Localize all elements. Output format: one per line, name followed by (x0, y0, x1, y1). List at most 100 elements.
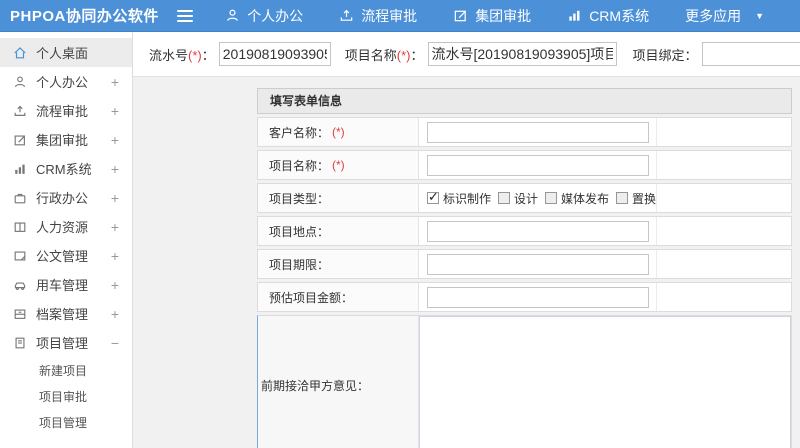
project-name-label: 项目名称(*)： (344, 47, 424, 63)
project-bind-input[interactable] (701, 42, 800, 66)
nav-more-apps[interactable]: 更多应用 (685, 6, 741, 26)
serial-input[interactable] (218, 42, 331, 66)
sidebar-item-label: CRM系统 (36, 162, 92, 177)
sidebar-item-documents[interactable]: 公文管理 + (0, 241, 132, 270)
form-row-project-duration: 项目期限： (257, 249, 792, 279)
form-row-project-type: 项目类型： 标识制作 设计 媒体发布 (257, 183, 792, 213)
briefcase-icon (13, 191, 27, 205)
checkbox[interactable] (498, 192, 511, 204)
checkbox-option-sign-making[interactable]: 标识制作 (427, 189, 491, 207)
upload-icon (339, 8, 354, 23)
checkbox-option-exchange[interactable]: 置换 (616, 190, 656, 207)
empty-cell (657, 217, 791, 245)
nav-personal-office[interactable]: 个人办公 (225, 6, 303, 26)
field-label: 项目类型： (258, 184, 419, 212)
upload-icon (13, 104, 27, 118)
sidebar-item-label: 人力资源 (36, 220, 89, 235)
checkbox[interactable] (427, 189, 439, 205)
serial-label: 流水号(*)： (149, 47, 215, 63)
form-row-pre-contact-opinion: 前期接洽甲方意见： (257, 315, 792, 448)
sidebar-item-label: 公文管理 (36, 249, 89, 264)
project-duration-input[interactable] (427, 253, 649, 275)
document-icon (13, 249, 27, 263)
sidebar-item-personal-office[interactable]: 个人办公 + (0, 67, 132, 96)
file-icon (13, 336, 27, 350)
sidebar-item-admin-office[interactable]: 行政办公 + (0, 183, 132, 212)
expand-indicator: + (110, 160, 119, 177)
nav-crm-system[interactable]: CRM系统 (567, 6, 649, 26)
expand-indicator: + (110, 218, 119, 235)
nav-label: 集团审批 (475, 7, 532, 24)
collapse-indicator: − (110, 334, 119, 351)
estimated-amount-input[interactable] (427, 286, 649, 308)
sidebar-item-label: 用车管理 (36, 278, 89, 293)
app-logo: PHPOA协同办公软件 (10, 8, 159, 25)
empty-cell (657, 283, 791, 311)
sidebar-subitem-new-project[interactable]: 新建项目 (0, 357, 132, 383)
sidebar-item-label: 个人桌面 (36, 46, 89, 61)
pre-contact-opinion-textarea[interactable] (419, 316, 791, 448)
record-header-bar: 流水号(*)： 项目名称(*)： 项目绑定： + (133, 32, 800, 77)
hamburger-menu-icon[interactable] (177, 9, 194, 22)
nav-label: 更多应用 (685, 7, 742, 24)
sidebar-item-label: 个人办公 (36, 75, 89, 90)
project-location-input[interactable] (427, 220, 649, 242)
sidebar-item-personal-desktop[interactable]: 个人桌面 (0, 38, 132, 67)
content-body: 填写表单信息 客户名称： (*) 项目名称： (*) 项目类型： ✓ 标识制作 … (133, 77, 800, 448)
project-name-input[interactable] (427, 42, 617, 66)
form-row-project-name: 项目名称： (*) (257, 150, 792, 180)
expand-indicator: + (110, 102, 119, 119)
expand-indicator: + (110, 73, 119, 90)
nav-label: CRM系统 (589, 7, 650, 24)
sidebar-item-archive[interactable]: 档案管理 + (0, 299, 132, 328)
customer-name-input[interactable] (427, 121, 649, 143)
form-row-estimated-amount: 预估项目金额： (257, 282, 792, 312)
bar-chart-icon (567, 8, 582, 23)
content-area: 流水号(*)： 项目名称(*)： 项目绑定： + 填写表单信息 客户名称：(*) (133, 32, 800, 448)
checkbox-option-design[interactable]: 设计 (498, 190, 538, 207)
checkbox[interactable] (616, 192, 629, 204)
project-name-field-input[interactable] (427, 154, 649, 176)
form-section-title: 填写表单信息 (257, 88, 792, 114)
sidebar-item-crm[interactable]: CRM系统 + (0, 154, 132, 183)
field-label: 项目地点： (258, 217, 419, 245)
nav-group-approval[interactable]: 集团审批 (453, 6, 531, 26)
archive-icon (13, 307, 27, 321)
nav-workflow-approval[interactable]: 流程审批 (339, 6, 417, 26)
bar-chart-icon (13, 162, 27, 176)
sidebar-item-workflow-approval[interactable]: 流程审批 + (0, 96, 132, 125)
expand-indicator: + (110, 189, 119, 206)
field-label: 预估项目金额： (258, 283, 419, 311)
form-row-project-location: 项目地点： (257, 216, 792, 246)
sidebar-subitem-label: 项目管理 (39, 415, 88, 430)
sidebar-item-label: 集团审批 (36, 133, 89, 148)
expand-indicator: + (110, 131, 119, 148)
sidebar-item-label: 行政办公 (36, 191, 89, 206)
sidebar-item-group-approval[interactable]: 集团审批 + (0, 125, 132, 154)
field-label: 项目名称： (*) (258, 151, 419, 179)
sidebar-subitem-project-management[interactable]: 项目管理 (0, 409, 132, 435)
field-label: 客户名称： (*) (258, 118, 419, 146)
book-icon (13, 220, 27, 234)
sidebar-item-hr[interactable]: 人力资源 + (0, 212, 132, 241)
expand-indicator: + (110, 276, 119, 293)
field-label: 前期接洽甲方意见： (258, 316, 419, 448)
home-icon (13, 46, 27, 60)
sidebar-subitem-label: 新建项目 (39, 363, 88, 378)
sidebar-subitem-project-approval[interactable]: 项目审批 (0, 383, 132, 409)
sidebar-item-label: 档案管理 (36, 307, 89, 322)
nav-label: 个人办公 (247, 7, 304, 24)
empty-cell (657, 250, 791, 278)
empty-cell (657, 151, 791, 179)
checkbox[interactable] (545, 192, 558, 204)
person-icon (225, 8, 240, 23)
sidebar-item-vehicle[interactable]: 用车管理 + (0, 270, 132, 299)
expand-indicator: + (110, 305, 119, 322)
checkbox-option-media-release[interactable]: 媒体发布 (545, 190, 609, 207)
person-icon (13, 75, 27, 89)
chevron-down-icon[interactable]: ▼ (755, 11, 764, 21)
expand-indicator: + (110, 247, 119, 264)
sidebar-item-project-management[interactable]: 项目管理 − (0, 328, 132, 357)
car-icon (13, 278, 27, 292)
sidebar-item-label: 项目管理 (36, 336, 89, 351)
